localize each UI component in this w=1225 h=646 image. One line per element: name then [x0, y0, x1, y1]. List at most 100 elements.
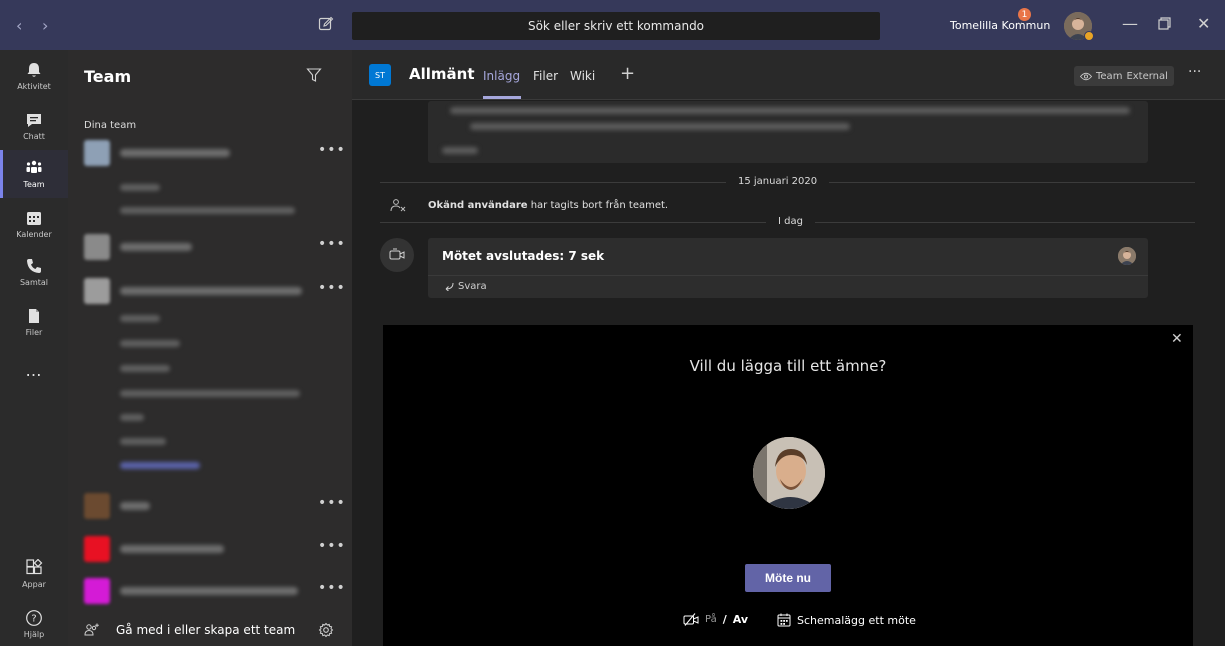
camera-toggle[interactable]: På / Av — [683, 613, 748, 626]
calendar-icon — [777, 613, 791, 627]
gear-icon[interactable] — [318, 622, 334, 638]
team-more-button[interactable]: ••• — [318, 142, 346, 158]
channel-item[interactable] — [120, 340, 180, 347]
team-more-button[interactable]: ••• — [318, 495, 346, 511]
external-label: External — [1126, 70, 1168, 82]
channel-item[interactable] — [120, 184, 160, 191]
message-text — [450, 107, 1130, 114]
subject-prompt[interactable]: Vill du lägga till ett ämne? — [383, 357, 1193, 375]
teams-list-pane: Team Dina team ••• ••• ••• ••• ••• ••• G… — [68, 50, 352, 646]
team-item[interactable]: ••• — [84, 278, 346, 306]
team-more-button[interactable]: ••• — [318, 236, 346, 252]
participant-avatar[interactable] — [1118, 247, 1136, 265]
meeting-card[interactable]: Mötet avslutades: 7 sek Svara — [428, 238, 1148, 298]
meeting-indicator — [380, 238, 414, 272]
camera-sep: / — [722, 613, 727, 626]
forward-button[interactable]: › — [42, 16, 48, 35]
rail-label: Kalender — [16, 230, 52, 239]
add-tab-button[interactable]: + — [620, 63, 635, 84]
tenant-switcher[interactable]: Tomelilla Kommun — [950, 19, 1050, 32]
team-more-button[interactable]: ••• — [318, 580, 346, 596]
minimize-icon[interactable]: — — [1122, 14, 1138, 33]
team-avatar — [84, 578, 110, 604]
channel-item[interactable] — [120, 390, 300, 397]
team-item[interactable]: ••• — [84, 234, 346, 262]
reply-button[interactable]: Svara — [442, 281, 487, 292]
system-actor: Okänd användare — [428, 200, 528, 211]
team-item[interactable]: ••• — [84, 536, 346, 564]
join-or-create-team[interactable]: Gå med i eller skapa ett team — [84, 620, 336, 640]
section-label: Dina team — [84, 120, 137, 131]
channel-item[interactable] — [120, 315, 160, 322]
camera-on-label: På — [705, 614, 717, 625]
rail-label: Team — [23, 180, 45, 189]
new-chat-icon[interactable] — [318, 16, 334, 32]
teams-icon — [26, 160, 42, 173]
rail-files[interactable]: Filer — [0, 298, 68, 346]
message-text — [470, 123, 850, 130]
message-card[interactable] — [428, 101, 1148, 163]
apps-icon — [26, 559, 43, 575]
team-name — [120, 243, 192, 251]
chat-icon — [27, 114, 41, 127]
rail-label: Hjälp — [23, 630, 45, 639]
channel-item[interactable] — [120, 365, 170, 372]
system-text: har tagits bort från teamet. — [527, 200, 669, 211]
team-avatar — [84, 234, 110, 260]
today-divider-label: I dag — [766, 216, 815, 227]
tab-wiki[interactable]: Wiki — [570, 69, 595, 83]
channel-item[interactable] — [120, 462, 200, 469]
more-options-button[interactable]: ··· — [1188, 64, 1201, 80]
close-window-icon[interactable]: ✕ — [1197, 14, 1210, 33]
team-avatar — [84, 536, 110, 562]
reply-label: Svara — [458, 281, 487, 292]
channel-item[interactable] — [120, 207, 295, 214]
self-preview-avatar — [753, 437, 825, 509]
channel-item[interactable] — [120, 438, 166, 445]
back-button[interactable]: ‹ — [16, 16, 22, 35]
team-item[interactable]: ••• — [84, 578, 346, 606]
team-item[interactable]: ••• — [84, 140, 346, 168]
close-icon[interactable]: ✕ — [1171, 331, 1183, 347]
meeting-title: Mötet avslutades: 7 sek — [442, 249, 605, 263]
rail-teams[interactable]: Team — [0, 150, 68, 198]
team-info-button[interactable]: Team External — [1074, 66, 1174, 86]
search-input[interactable]: Sök eller skriv ett kommando — [352, 12, 880, 40]
app-rail: Aktivitet Chatt Team Kalender Samtal Fil… — [0, 50, 68, 646]
tab-posts[interactable]: Inlägg — [483, 69, 520, 83]
rail-calendar[interactable]: Kalender — [0, 200, 68, 248]
rail-chat[interactable]: Chatt — [0, 102, 68, 150]
team-label: Team — [1096, 70, 1123, 82]
card-separator — [428, 275, 1148, 276]
channel-item[interactable] — [120, 414, 144, 421]
team-more-button[interactable]: ••• — [318, 280, 346, 296]
rail-apps[interactable]: Appar — [0, 550, 68, 598]
channel-name: Allmänt — [409, 65, 475, 83]
team-name — [120, 149, 230, 157]
rail-label: Filer — [25, 328, 43, 337]
rail-activity[interactable]: Aktivitet — [0, 52, 68, 100]
rail-calls[interactable]: Samtal — [0, 248, 68, 296]
meet-now-button[interactable]: Möte nu — [745, 564, 831, 592]
tab-files[interactable]: Filer — [533, 69, 558, 83]
video-camera-icon — [389, 248, 405, 260]
schedule-label: Schemalägg ett möte — [797, 613, 916, 627]
maximize-icon[interactable] — [1158, 17, 1171, 30]
rail-help[interactable]: ? Hjälp — [0, 600, 68, 646]
team-more-button[interactable]: ••• — [318, 538, 346, 554]
date-divider-label: 15 januari 2020 — [726, 176, 830, 187]
more-icon: … — [25, 360, 43, 380]
team-name — [120, 587, 298, 595]
member-removed-icon — [390, 199, 406, 212]
search-placeholder: Sök eller skriv ett kommando — [527, 19, 705, 33]
calendar-icon — [27, 212, 41, 225]
filter-icon[interactable] — [306, 67, 322, 83]
schedule-meeting-button[interactable]: Schemalägg ett möte — [777, 613, 916, 627]
away-status-icon — [1084, 31, 1094, 41]
rail-more[interactable]: … — [0, 346, 68, 394]
team-name — [120, 502, 150, 510]
system-message: Okänd användare har tagits bort från tea… — [428, 200, 668, 211]
notification-badge: 1 — [1018, 8, 1031, 21]
pane-title: Team — [84, 67, 132, 86]
team-item[interactable]: ••• — [84, 493, 346, 521]
